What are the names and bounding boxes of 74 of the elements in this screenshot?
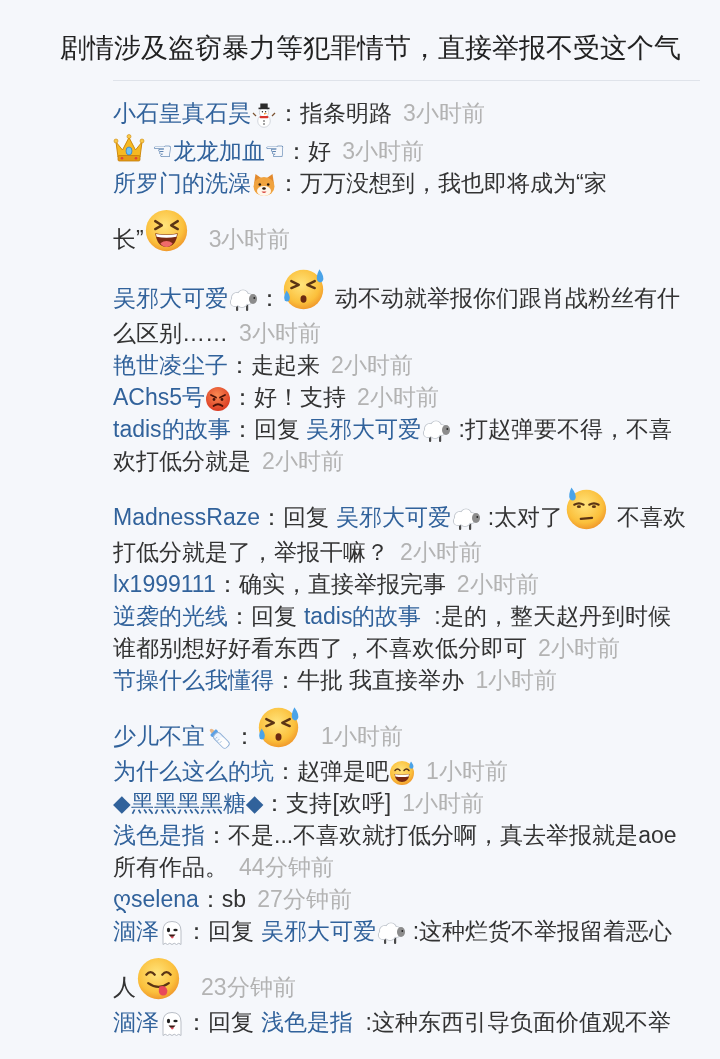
comment: ღselena：sb 27分钟前: [113, 885, 353, 915]
crown-icon: [113, 133, 145, 163]
angry-face-icon: [205, 385, 232, 412]
comment: 为什么这么的坑：赵弹是吧 1小时前: [113, 757, 509, 787]
comment: 涸泽 ：回复 吴邪大可爱 :这种烂货不举报留着恶心人 23分钟前: [113, 917, 674, 1003]
comment-time: 2小时前: [357, 384, 439, 410]
comment: ◆黑黑黑黑糖◆：支持[欢呼] 1小时前: [113, 789, 485, 818]
user-name-link[interactable]: 逆袭的光线: [113, 603, 228, 629]
comment: 小石皇真石昊 ：指条明路 3小时前: [113, 99, 486, 129]
user-name-link[interactable]: 吴邪大可爱: [260, 918, 376, 944]
user-name-link[interactable]: 小石皇真石昊: [113, 100, 251, 126]
user-name-link[interactable]: 浅色是指: [113, 822, 205, 848]
user-name-link[interactable]: 吴邪大可爱: [113, 285, 228, 311]
comment: 逆袭的光线：回复 tadis的故事 :是的，整天赵丹到时候谁都别想好好看东西了，不喜欢低分即可 2小时前: [113, 602, 672, 663]
grinning-sweat-face-icon: [389, 759, 415, 786]
comment: MadnessRaze：回复 吴邪大可爱 :太对了 不喜欢打低分就是了，举报干嘛？ 2小时前: [113, 477, 688, 568]
comment-time: 3小时前: [342, 138, 425, 164]
user-name-link[interactable]: 吴邪大可爱: [335, 504, 451, 530]
comment: tadis的故事：回复 吴邪大可爱 :打赵弹要不得，不喜欢打低分就是 2小时前: [113, 415, 673, 476]
ghost-icon: [159, 1010, 185, 1037]
user-name-link[interactable]: 节操什么我懂得: [113, 667, 274, 693]
sweating-face-icon: [281, 267, 326, 312]
comment-time: 2小时前: [400, 539, 482, 565]
comment-time: 2小时前: [262, 448, 344, 474]
comment-time: 2小时前: [456, 571, 539, 597]
comment-time: 1小时前: [426, 758, 508, 784]
user-name-link[interactable]: 少儿不宜: [113, 723, 205, 749]
comment: ☜龙龙加血☜：好 3小时前: [113, 129, 688, 167]
comment: lx1999111：确实，直接举报完事 2小时前: [113, 570, 540, 599]
comment-time: 1小时前: [321, 723, 403, 749]
sheep-icon: [375, 920, 406, 945]
comment-time: 3小时前: [239, 320, 321, 346]
comment: 少儿不宜 ： 1小时前: [113, 696, 688, 755]
comment-time: 1小时前: [475, 667, 558, 693]
comment-time: 23分钟前: [201, 974, 296, 1000]
comment-time: 2小时前: [331, 352, 413, 378]
comment: 节操什么我懂得：牛批 我直接举办 1小时前: [113, 666, 559, 695]
comment: 涸泽 ：回复 浅色是指 :这种东西引导负面价值观不举: [113, 1008, 672, 1038]
snowman-icon: [251, 101, 277, 128]
user-name-link[interactable]: tadis的故事: [113, 416, 231, 442]
user-name-link[interactable]: 涸泽: [113, 918, 159, 944]
sheep-icon: [450, 506, 481, 531]
user-name-link[interactable]: 为什么这么的坑: [113, 758, 274, 784]
user-name-link[interactable]: AChs5号: [113, 384, 206, 410]
ghost-icon: [159, 919, 185, 946]
user-name-link[interactable]: 所罗门的洗澡: [113, 170, 251, 196]
comment-time: 2小时前: [538, 635, 620, 661]
comment-time: 3小时前: [403, 100, 485, 126]
user-name-link[interactable]: ☜龙龙加血☜: [152, 138, 286, 164]
comment-time: 1小时前: [402, 790, 484, 816]
user-name-link[interactable]: 艳世凌尘子: [113, 352, 228, 378]
user-name-link[interactable]: MadnessRaze: [113, 504, 261, 530]
user-name-link[interactable]: 吴邪大可爱: [306, 416, 422, 442]
sheep-icon: [228, 287, 258, 312]
comment: 艳世凌尘子：走起来 2小时前: [113, 351, 414, 380]
comment-time: 27分钟前: [257, 886, 352, 912]
dog-face-icon: [251, 171, 277, 198]
user-name-link[interactable]: 浅色是指: [260, 1009, 353, 1035]
tongue-out-face-icon: [136, 956, 181, 1001]
user-name-link[interactable]: lx1999111: [113, 571, 216, 597]
post-title: 剧情涉及盗窃暴力等犯罪情节，直接举报不受这个气: [59, 32, 682, 65]
user-name-link[interactable]: 涸泽: [113, 1009, 159, 1035]
comment: 浅色是指：不是...不喜欢就打低分啊，真去举报就是aoe所有作品。 44分钟前: [113, 821, 678, 882]
comment: 所罗门的洗澡 ：万万没想到，我也即将成为“家长” 3小时前: [113, 169, 608, 255]
comment: AChs5号 ：好！支持 2小时前: [113, 383, 440, 413]
sheep-icon: [421, 418, 452, 443]
laughing-face-icon: [143, 208, 189, 253]
sweating-face-icon: [256, 705, 301, 750]
user-name-link[interactable]: ◆黑黑黑黑糖◆: [113, 790, 264, 816]
comment-time: 3小时前: [208, 226, 291, 252]
comment-time: 44分钟前: [239, 854, 334, 880]
user-name-link[interactable]: ღselena: [113, 886, 199, 912]
user-name-link[interactable]: tadis的故事: [303, 603, 422, 629]
comment: 吴邪大可爱 ： 动不动就举报你们跟肖战粉丝有什么区别…… 3小时前: [113, 258, 688, 349]
